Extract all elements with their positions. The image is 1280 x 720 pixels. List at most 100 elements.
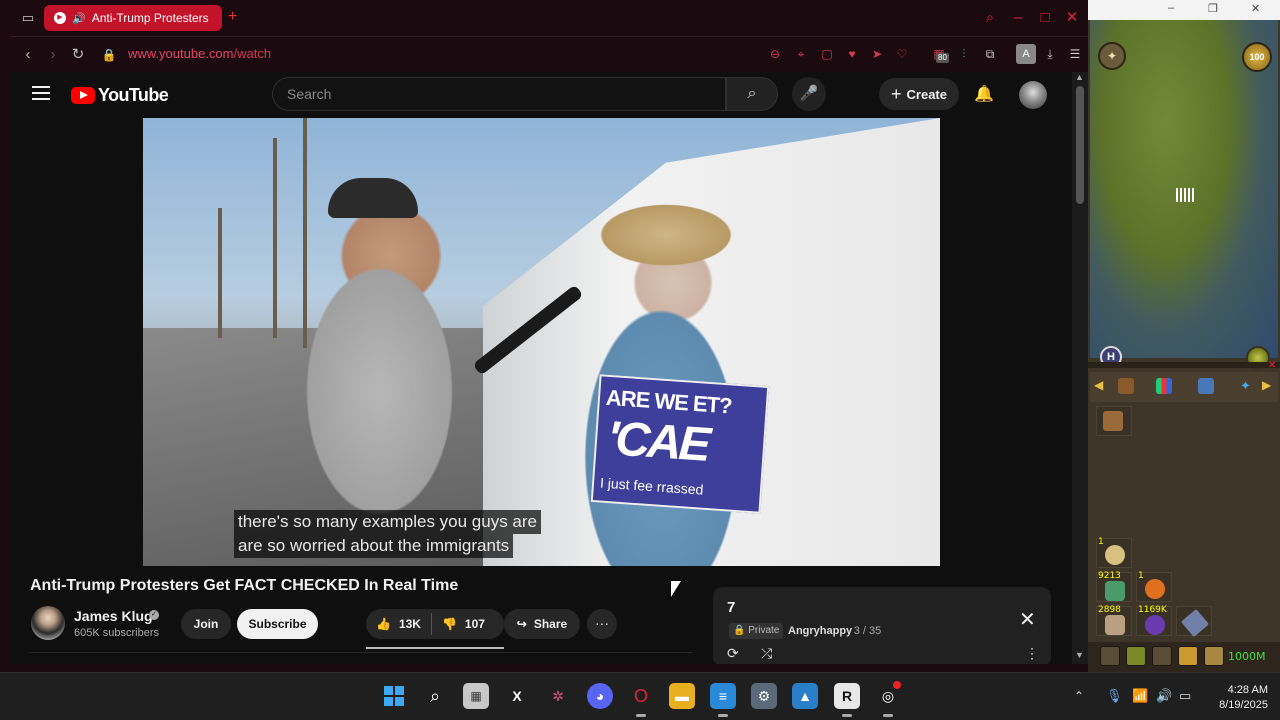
inventory-slot[interactable]: 1 — [1096, 537, 1132, 568]
maximize-button[interactable]: □ — [1035, 8, 1055, 28]
reload-button[interactable]: ↻ — [68, 45, 88, 65]
send-icon[interactable]: ➤ — [868, 45, 886, 63]
video-player[interactable]: ARE WE ET? 'CAE I just fee rrassed — [143, 118, 940, 566]
tab-right-arrow-icon[interactable]: ▶ — [1262, 378, 1278, 394]
lock-icon[interactable]: 🔒 — [99, 45, 119, 65]
account-avatar[interactable] — [1019, 81, 1047, 109]
zoom-out-icon[interactable]: ⊖ — [766, 45, 784, 63]
menu-icon[interactable]: ☰ — [1066, 45, 1084, 63]
prayer-orb[interactable]: 100 — [1242, 42, 1272, 72]
inventory-slot[interactable]: 1169K — [1136, 605, 1172, 636]
scroll-down-arrow-icon[interactable]: ▼ — [1075, 650, 1084, 660]
back-button[interactable]: ‹ — [18, 45, 38, 65]
wifi-icon[interactable]: 📶 — [1132, 688, 1148, 704]
download-icon[interactable]: ⤓ — [1041, 45, 1059, 63]
profile-avatar[interactable]: A — [1016, 44, 1036, 64]
start-button[interactable] — [381, 683, 407, 709]
discord-icon[interactable]: ◕ — [587, 683, 613, 709]
clock-time[interactable]: 4:28 AM — [1214, 684, 1268, 696]
notepad-icon[interactable]: ≡ — [710, 683, 736, 717]
extensions-icon[interactable]: ⧉ — [981, 45, 999, 63]
minimap[interactable]: ✦ 100 H — [1090, 20, 1278, 370]
youtube-logo[interactable]: YouTube — [71, 85, 169, 106]
search-tabs-icon[interactable]: ⌕ — [980, 8, 1000, 28]
search-button[interactable]: ⌕ — [726, 77, 778, 111]
opera-gx-icon[interactable]: O — [628, 683, 654, 717]
lock-icon[interactable] — [1178, 646, 1198, 666]
magic-tab-icon[interactable]: ✦ — [1240, 378, 1256, 394]
inventory-slot[interactable]: 9213 — [1096, 571, 1132, 602]
snapshot-icon[interactable]: ▢ — [818, 45, 836, 63]
clock-date[interactable]: 8/19/2025 — [1204, 699, 1268, 711]
inventory-slot[interactable]: 1 — [1136, 571, 1172, 602]
gem-icon[interactable] — [1126, 646, 1146, 666]
x-app-icon[interactable]: X — [504, 683, 530, 709]
bank-icon[interactable] — [1152, 646, 1172, 666]
channel-name[interactable]: James Klug — [74, 608, 153, 624]
stats-tab-icon[interactable] — [1156, 378, 1172, 394]
extension-badge-icon[interactable]: 80▦ — [930, 45, 949, 63]
new-tab-button[interactable]: + — [228, 8, 237, 26]
game-minimize-button[interactable]: – — [1168, 2, 1174, 14]
search-input[interactable]: Search — [272, 77, 726, 111]
share-label: Share — [533, 617, 568, 631]
inventory-slot[interactable] — [1176, 606, 1212, 638]
audio-extension-icon[interactable]: ⫶ — [955, 45, 973, 63]
dislike-button[interactable]: 👎 107 — [432, 609, 495, 639]
join-button[interactable]: Join — [181, 609, 231, 639]
settings-icon[interactable]: ⚙ — [751, 683, 777, 709]
shuffle-icon[interactable]: ⤮ — [761, 645, 772, 662]
playlist-close-icon[interactable]: ✕ — [1019, 607, 1036, 632]
pin-icon[interactable]: ⌖ — [792, 45, 810, 63]
playlist-title[interactable]: 7 — [727, 599, 735, 616]
playlist-menu-icon[interactable]: ⋮ — [1025, 645, 1039, 662]
close-window-button[interactable]: ✕ — [1062, 8, 1082, 28]
favorite-icon[interactable]: ♡ — [893, 45, 911, 63]
file-explorer-icon[interactable]: ▬ — [669, 683, 695, 709]
minimap-player-marker — [1176, 188, 1196, 202]
compass-icon[interactable]: ✦ — [1098, 42, 1126, 70]
fan-app-icon[interactable]: ✲ — [545, 683, 571, 709]
game-close-button[interactable]: ✕ — [1251, 2, 1260, 15]
playlist-owner[interactable]: Angryhappy — [788, 625, 852, 637]
calculator-icon[interactable]: ▦ — [463, 683, 489, 709]
inventory-slot[interactable]: 2898 — [1096, 605, 1132, 636]
forward-button[interactable]: › — [43, 45, 63, 65]
panel-close-icon[interactable]: ✕ — [1268, 360, 1276, 371]
tab-left-arrow-icon[interactable]: ◀ — [1094, 378, 1110, 394]
notifications-bell-icon[interactable]: 🔔 — [974, 84, 994, 104]
battery-icon[interactable]: ▭ — [1179, 688, 1191, 704]
steam-icon[interactable]: ◎ — [875, 681, 901, 717]
voice-search-button[interactable]: 🎤 — [792, 77, 826, 111]
quests-tab-icon[interactable] — [1198, 378, 1214, 394]
scroll-thumb[interactable] — [1076, 86, 1084, 204]
bulb-icon[interactable] — [1100, 646, 1120, 666]
combat-tab-icon[interactable] — [1118, 378, 1134, 394]
youtube-favicon-icon: ▶ — [54, 12, 66, 24]
volume-icon[interactable]: 🔊 — [1156, 688, 1172, 704]
hamburger-menu-icon[interactable] — [32, 86, 50, 100]
inventory-slot[interactable] — [1096, 406, 1132, 436]
like-button[interactable]: 👍 13K — [366, 609, 431, 639]
tab-islands-icon[interactable]: ▭ — [19, 9, 37, 27]
runelite-icon[interactable]: R — [834, 683, 860, 717]
url-field[interactable]: www.youtube.com/watch — [128, 46, 271, 61]
game-restore-button[interactable]: ❐ — [1208, 2, 1218, 15]
photos-icon[interactable]: ▲ — [792, 683, 818, 709]
pouch-icon[interactable] — [1204, 646, 1224, 666]
tab-youtube[interactable]: ▶ 🔊 Anti-Trump Protesters — [44, 5, 222, 31]
share-button[interactable]: ↪ Share — [504, 609, 580, 639]
channel-avatar[interactable] — [31, 606, 65, 640]
tray-overflow-chevron-icon[interactable]: ⌃ — [1074, 689, 1084, 703]
loop-icon[interactable]: ⟳ — [727, 645, 739, 662]
speaker-icon[interactable]: 🔊 — [72, 12, 86, 25]
create-button[interactable]: + Create — [879, 78, 959, 110]
subscribe-button[interactable]: Subscribe — [237, 609, 318, 639]
scroll-up-arrow-icon[interactable]: ▲ — [1075, 72, 1084, 82]
minimize-button[interactable]: – — [1008, 8, 1028, 28]
more-actions-button[interactable]: ··· — [587, 609, 617, 639]
pocket-icon[interactable]: ♥ — [843, 45, 861, 63]
microphone-icon[interactable]: 🎙 — [1106, 688, 1123, 704]
search-icon[interactable]: ⌕ — [422, 683, 448, 709]
page-scrollbar[interactable]: ▲ ▼ — [1072, 72, 1088, 664]
